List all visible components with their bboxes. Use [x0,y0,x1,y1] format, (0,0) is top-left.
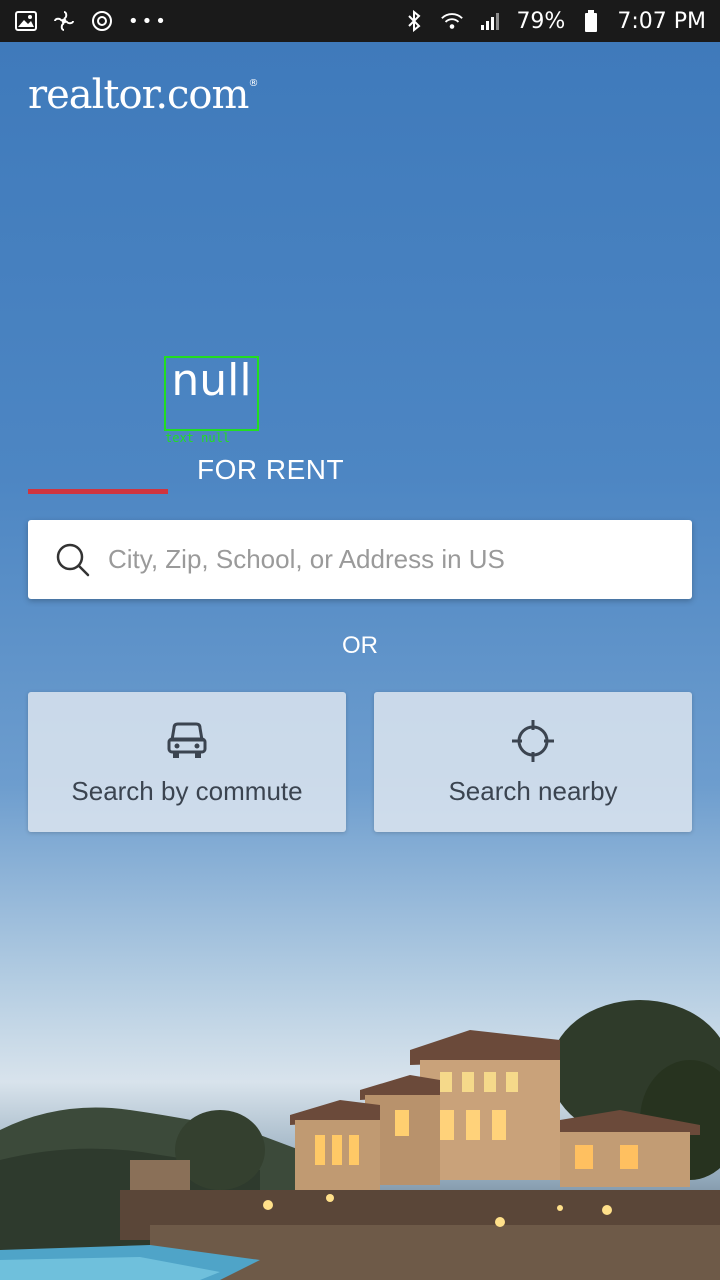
tab-null[interactable]: null [164,356,259,431]
search-input[interactable]: City, Zip, School, or Address in US [28,520,692,599]
clock: 7:07 PM [617,8,706,34]
sync-icon [90,9,114,33]
fan-icon [52,9,76,33]
app-logo: realtor.com® [28,72,258,118]
hero-background: realtor.com® null text null FOR RENT Cit… [0,42,720,1280]
more-notifications-icon: ••• [128,10,169,32]
app-logo-text: realtor.com [28,72,249,118]
battery-percent: 79% [516,8,566,34]
battery-icon [579,9,603,33]
tab-active-indicator [28,489,168,494]
car-icon [164,718,210,764]
search-nearby-button[interactable]: Search nearby [374,692,692,832]
search-nearby-label: Search nearby [448,775,618,806]
house-scene-illustration [0,1000,720,1280]
search-icon [54,541,92,579]
status-bar: ••• 79% 7:07 PM [0,0,720,42]
signal-icon [478,9,502,33]
image-icon [14,9,38,33]
bluetooth-icon [402,9,426,33]
status-bar-right: 79% 7:07 PM [402,9,706,34]
search-by-commute-button[interactable]: Search by commute [28,692,346,832]
registered-mark: ® [248,78,258,89]
status-bar-left: ••• [14,9,169,33]
or-divider: OR [342,632,378,659]
tab-for-rent[interactable]: FOR RENT [197,454,344,486]
search-placeholder: City, Zip, School, or Address in US [108,544,505,574]
debug-overlay-label: text null [165,431,231,445]
wifi-icon [440,9,464,33]
crosshair-icon [510,718,556,764]
search-by-commute-label: Search by commute [71,775,303,806]
